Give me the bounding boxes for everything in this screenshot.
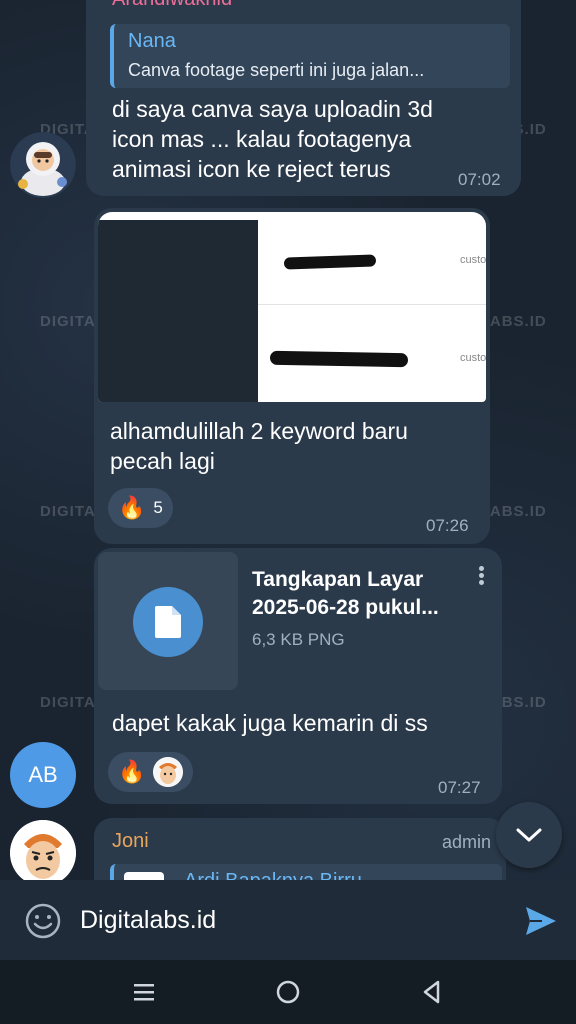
- menu-icon: [134, 984, 154, 1001]
- message-text: di saya canva saya uploadin 3d icon mas …: [112, 94, 433, 184]
- message-author[interactable]: Joni: [112, 830, 149, 853]
- cartoon-face-avatar-icon: [10, 820, 76, 886]
- reactor-avatar: [153, 757, 184, 787]
- image-label: custo: [460, 352, 486, 364]
- astronaut-avatar-icon: [10, 132, 76, 198]
- recent-apps-button[interactable]: [128, 976, 160, 1008]
- redacted-mark: [283, 254, 377, 270]
- scroll-down-button[interactable]: [496, 802, 562, 868]
- reply-preview[interactable]: Nana Canva footage seperti ini juga jala…: [110, 24, 510, 88]
- emoji-icon: [25, 903, 61, 939]
- file-icon: [133, 587, 203, 657]
- reaction-chip[interactable]: 🔥: [108, 752, 194, 792]
- avatar[interactable]: AB: [10, 742, 76, 808]
- message-input[interactable]: Digitalabs.id: [80, 906, 216, 935]
- reaction-chip[interactable]: 🔥 5: [108, 488, 173, 528]
- image-dark-panel: [98, 220, 258, 402]
- document-icon: [155, 606, 181, 638]
- message-composer: Digitalabs.id: [0, 880, 576, 960]
- file-name-line: 2025-06-28 pukul...: [252, 596, 439, 619]
- more-options-icon[interactable]: [476, 564, 486, 592]
- home-circle-icon: [276, 980, 300, 1004]
- file-meta: 6,3 KB PNG: [252, 630, 345, 649]
- system-navigation-bar: [0, 960, 576, 1024]
- message-text-line: alhamdulillah 2 keyword baru: [110, 418, 408, 444]
- send-icon: [526, 907, 556, 935]
- reply-text: Canva footage seperti ini juga jalan...: [128, 60, 425, 80]
- message-text-line: di saya canva saya uploadin 3d: [112, 96, 433, 122]
- chevron-down-icon: [516, 828, 542, 842]
- message-text: alhamdulillah 2 keyword baru pecah lagi: [110, 416, 408, 476]
- image-attachment[interactable]: custo custo: [98, 212, 486, 402]
- fire-emoji-icon: 🔥: [118, 495, 146, 520]
- message-time: 07:27: [438, 778, 481, 797]
- admin-badge: admin: [442, 832, 492, 852]
- message-author[interactable]: Arandiwakhid: [112, 0, 232, 11]
- send-button[interactable]: [522, 902, 560, 940]
- file-thumbnail[interactable]: [98, 552, 238, 690]
- message-text: dapet kakak juga kemarin di ss: [112, 710, 428, 736]
- home-button[interactable]: [272, 976, 304, 1008]
- reaction-count: 5: [153, 498, 163, 517]
- image-divider: [258, 304, 486, 305]
- file-name[interactable]: Tangkapan Layar 2025-06-28 pukul...: [252, 566, 439, 622]
- fire-emoji-icon: 🔥: [118, 759, 146, 784]
- emoji-button[interactable]: [24, 902, 62, 940]
- message-bubble[interactable]: Tangkapan Layar 2025-06-28 pukul... 6,3 …: [94, 548, 502, 804]
- message-text-line: icon mas ... kalau footagenya: [112, 126, 412, 152]
- image-label: custo: [460, 254, 486, 266]
- redacted-mark: [269, 350, 409, 368]
- message-time: 07:02: [458, 170, 501, 189]
- message-bubble[interactable]: Arandiwakhid Nana Canva footage seperti …: [86, 0, 521, 196]
- avatar[interactable]: [10, 132, 76, 198]
- avatar[interactable]: [10, 820, 76, 886]
- avatar-initials: AB: [28, 762, 58, 787]
- file-name-line: Tangkapan Layar: [252, 568, 424, 591]
- message-text-line: animasi icon ke reject terus: [112, 156, 391, 182]
- reply-author: Nana: [128, 30, 176, 52]
- message-bubble[interactable]: custo custo alhamdulillah 2 keyword baru…: [94, 208, 490, 544]
- back-button[interactable]: [416, 976, 448, 1008]
- back-triangle-icon: [423, 980, 440, 1004]
- message-time: 07:26: [426, 516, 469, 535]
- message-text-line: pecah lagi: [110, 448, 215, 474]
- cartoon-face-icon: [153, 757, 184, 787]
